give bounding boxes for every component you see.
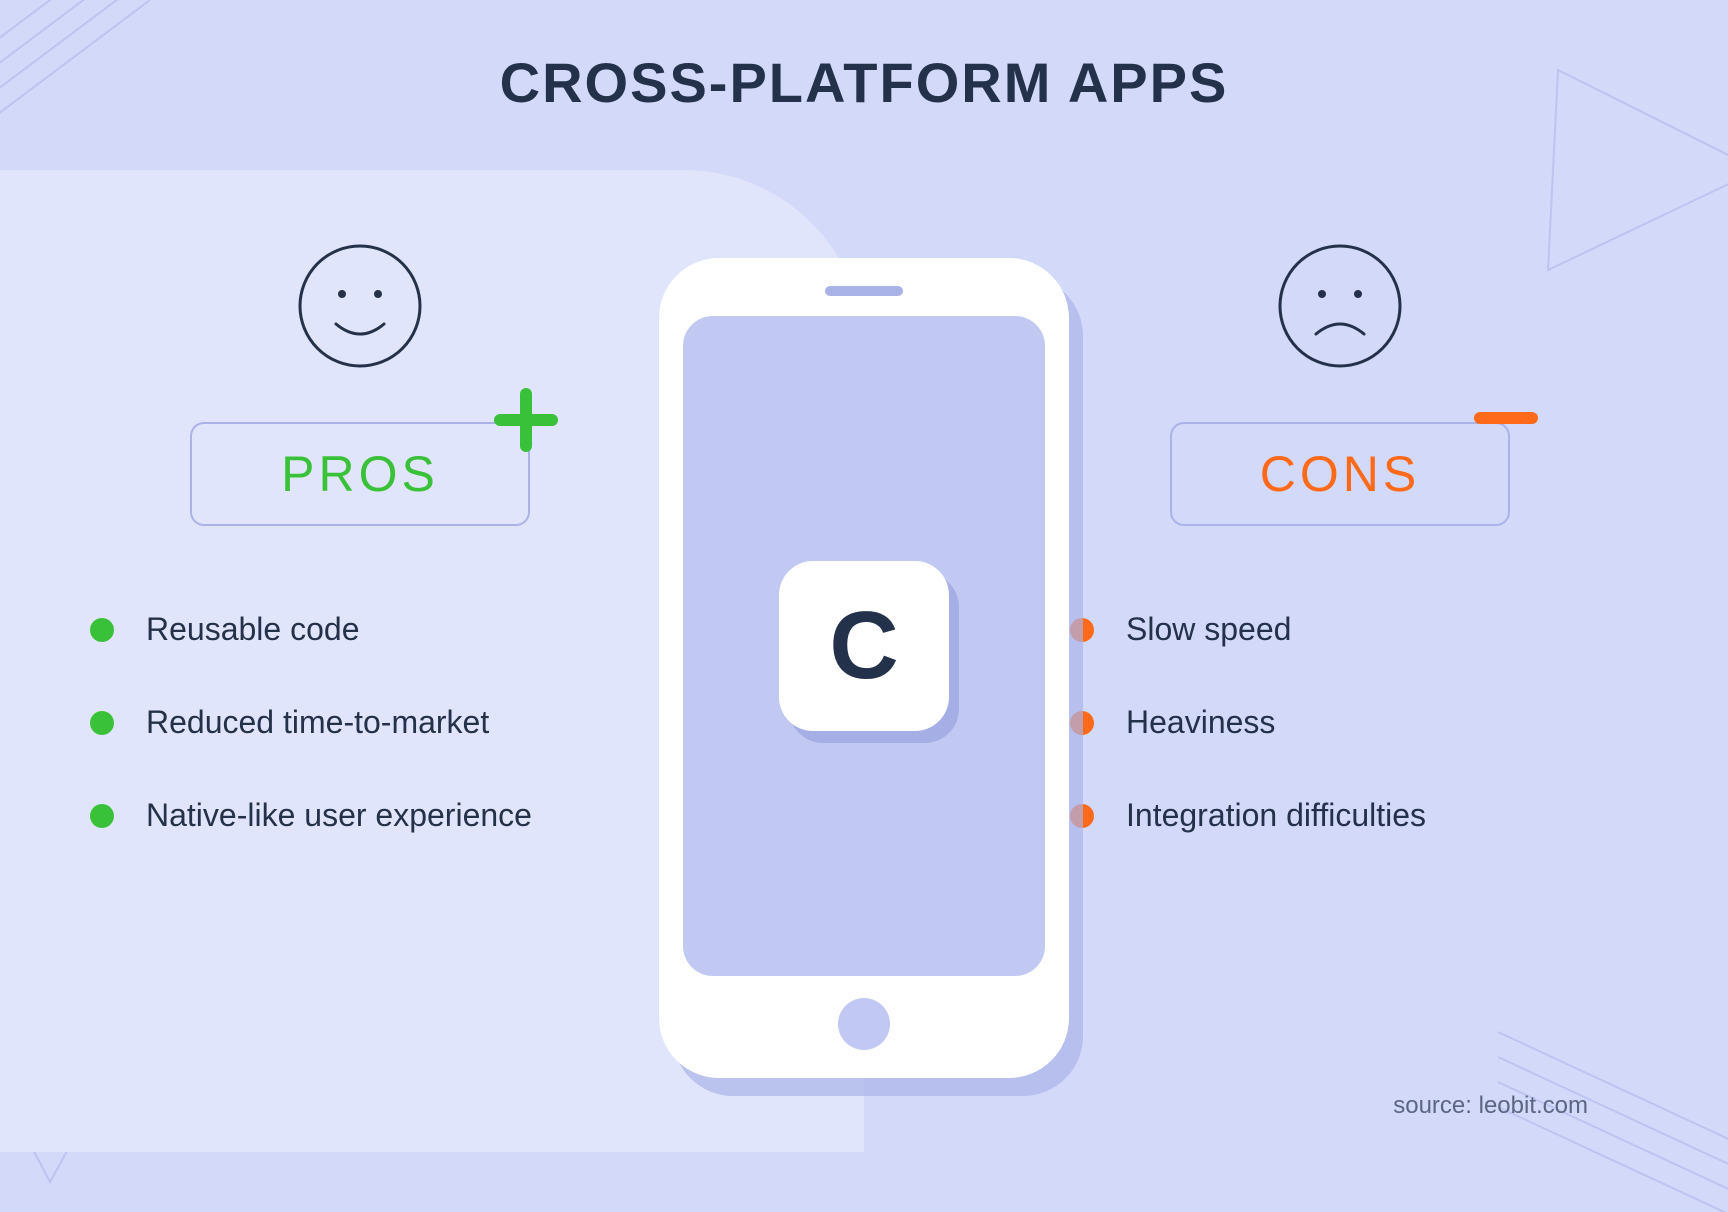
cons-label: CONS bbox=[1260, 445, 1420, 503]
happy-face-icon bbox=[294, 240, 426, 372]
item-text: Native-like user experience bbox=[146, 797, 532, 834]
item-text: Reduced time-to-market bbox=[146, 704, 489, 741]
source-attribution: source: leobit.com bbox=[1393, 1092, 1588, 1120]
pros-label-box: PROS bbox=[190, 422, 530, 526]
bullet-icon bbox=[90, 804, 114, 828]
app-icon-wrap: C bbox=[779, 561, 949, 731]
minus-icon bbox=[1474, 410, 1538, 426]
item-text: Reusable code bbox=[146, 611, 359, 648]
phone-body: C bbox=[659, 258, 1069, 1078]
main-title: CROSS-PLATFORM APPS bbox=[0, 50, 1728, 115]
list-item: Heaviness bbox=[1070, 704, 1610, 741]
item-text: Slow speed bbox=[1126, 611, 1291, 648]
pros-list: Reusable code Reduced time-to-market Nat… bbox=[90, 611, 630, 834]
bullet-icon bbox=[90, 711, 114, 735]
cons-list: Slow speed Heaviness Integration difficu… bbox=[1070, 611, 1610, 834]
phone-illustration: C bbox=[659, 258, 1069, 1078]
sad-face-icon bbox=[1274, 240, 1406, 372]
pros-column: PROS Reusable code Reduced time-to-marke… bbox=[90, 240, 630, 890]
plus-icon bbox=[494, 388, 558, 452]
list-item: Native-like user experience bbox=[90, 797, 630, 834]
phone-screen: C bbox=[683, 316, 1045, 976]
item-text: Integration difficulties bbox=[1126, 797, 1426, 834]
app-icon: C bbox=[779, 561, 949, 731]
phone-speaker bbox=[825, 286, 903, 296]
item-text: Heaviness bbox=[1126, 704, 1275, 741]
app-icon-letter: C bbox=[829, 591, 898, 701]
list-item: Slow speed bbox=[1070, 611, 1610, 648]
phone-home-button bbox=[838, 998, 890, 1050]
list-item: Integration difficulties bbox=[1070, 797, 1610, 834]
cons-column: CONS Slow speed Heaviness Integration di… bbox=[1070, 240, 1610, 890]
bullet-icon bbox=[90, 618, 114, 642]
list-item: Reusable code bbox=[90, 611, 630, 648]
pros-label: PROS bbox=[281, 445, 439, 503]
list-item: Reduced time-to-market bbox=[90, 704, 630, 741]
cons-label-box: CONS bbox=[1170, 422, 1510, 526]
